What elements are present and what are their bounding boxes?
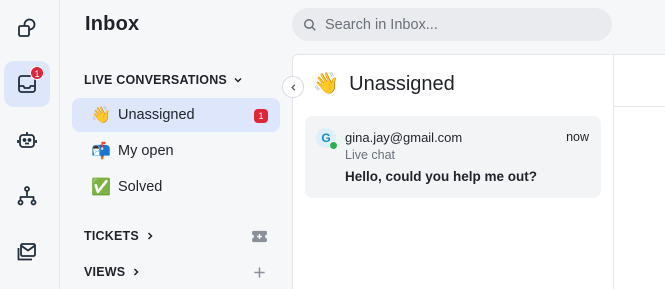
inbox-count-badge: 1 [30,66,44,80]
sidebar-item-unassigned[interactable]: 👋 Unassigned 1 [72,98,280,132]
waving-hand-icon: 👋 [91,107,111,124]
shapes-nav-button[interactable] [4,5,50,51]
conversation-channel: Live chat [345,148,396,162]
avatar: G [316,128,338,150]
live-conversations-toggle[interactable]: LIVE CONVERSATIONS [84,73,243,87]
sidebar-item-label: Unassigned [118,107,195,123]
conversation-email: gina.jay@gmail.com [345,130,463,145]
sidebar-item-label: Solved [118,179,163,195]
conversation-item[interactable]: G gina.jay@gmail.com now Live chat Hello… [305,116,601,198]
inbox-sidebar: Inbox LIVE CONVERSATIONS 👋 Unassigned 1 … [61,0,292,289]
add-ticket-button[interactable] [249,226,269,246]
conversation-list-header: 👋 Unassigned [313,72,455,96]
views-toggle[interactable]: VIEWS [84,265,141,279]
sidebar-item-solved[interactable]: ✅ Solved [72,170,280,204]
bot-nav-button[interactable] [4,117,50,163]
plus-icon [253,266,265,278]
shapes-icon [18,18,36,37]
waving-hand-icon: 👋 [313,72,340,95]
conversation-last-message: Hello, could you help me out? [345,169,538,184]
chevron-right-icon [134,268,139,276]
inbox-nav-button[interactable]: 1 [4,61,50,107]
search-icon [304,18,316,31]
mailbox-icon: 📬 [91,143,111,160]
icon-rail: 1 [0,0,60,289]
chevron-down-icon [234,77,242,83]
sidebar-item-label: My open [118,143,174,159]
check-mark-icon: ✅ [91,179,111,196]
workflow-nav-button[interactable] [4,173,50,219]
add-view-button[interactable] [249,262,269,282]
mail-icon [17,243,36,261]
search-input[interactable] [325,16,595,33]
conversation-list-panel: 👋 Unassigned G gina.jay@gmail.com now Li… [292,54,613,289]
conversation-detail-panel [613,54,665,289]
sidebar-item-my-open[interactable]: 📬 My open [72,134,280,168]
chevron-right-icon [147,232,153,240]
conversation-list-title: Unassigned [349,72,455,95]
bot-icon [17,132,37,148]
collapse-sidebar-button[interactable] [282,76,304,98]
page-title: Inbox [85,13,140,35]
tickets-label: TICKETS [84,229,139,243]
mail-nav-button[interactable] [4,229,50,275]
chevron-left-icon [290,83,295,91]
online-status-dot [329,141,338,150]
search-bar [292,8,612,41]
live-conversations-label: LIVE CONVERSATIONS [84,73,227,87]
conversation-timestamp: now [566,130,589,144]
workflow-icon [17,186,37,206]
ticket-icon [251,230,267,242]
unassigned-count-badge: 1 [254,109,268,123]
views-label: VIEWS [84,265,126,279]
tickets-toggle[interactable]: TICKETS [84,229,155,243]
detail-header-divider [614,106,665,107]
